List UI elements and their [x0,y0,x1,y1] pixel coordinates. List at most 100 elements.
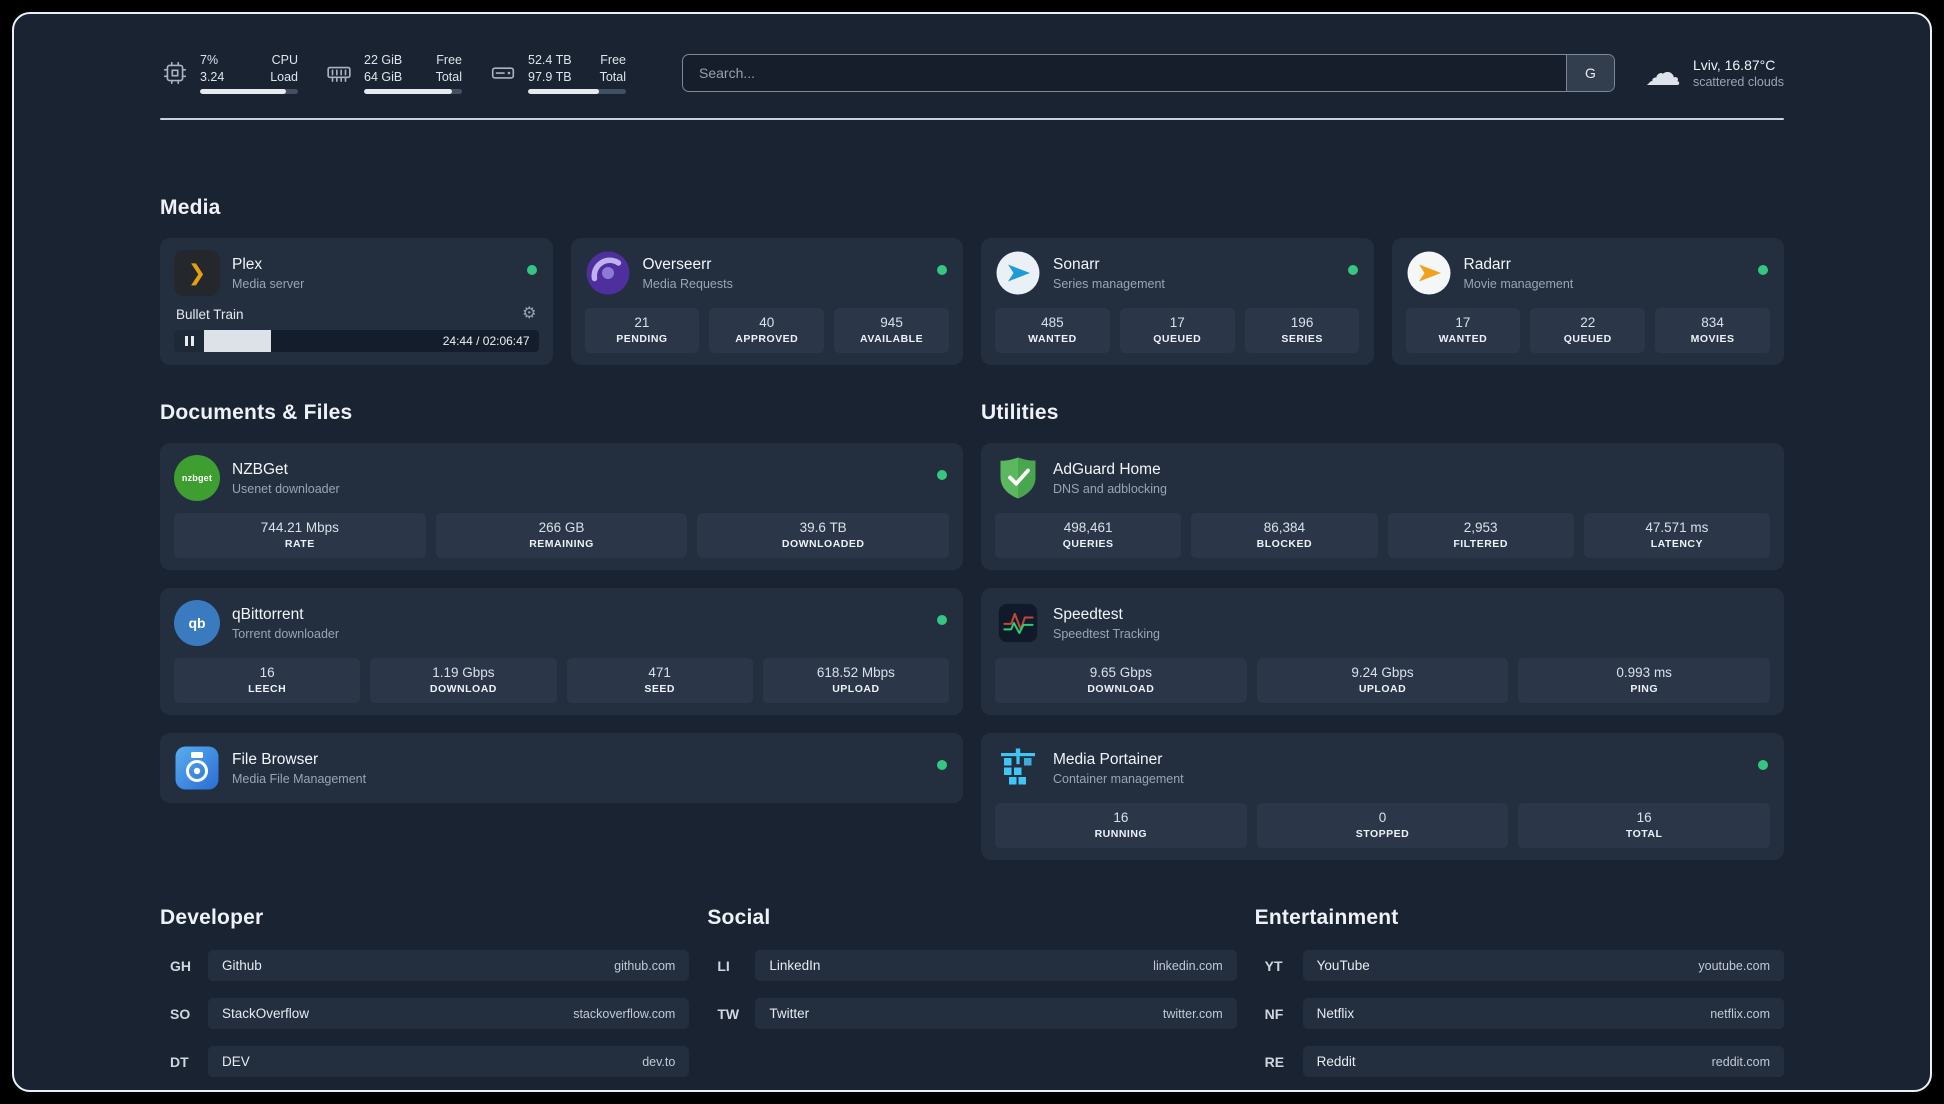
service-card-nzbget[interactable]: nzbget NZBGet Usenet downloader 744.21 M… [160,443,963,570]
speedtest-icon [995,600,1041,646]
pause-icon[interactable] [174,330,204,352]
cloud-icon: ☁ [1644,52,1681,93]
bookmark-abbr: DT [170,1053,189,1070]
service-card-adguard[interactable]: AdGuard Home DNS and adblocking 498,461 Q… [981,443,1784,570]
status-dot [1758,265,1768,275]
bookmark-name: Reddit [1316,1054,1356,1069]
now-playing-title: Bullet Train [176,306,244,322]
portainer-icon [995,745,1041,791]
topbar-divider [160,118,1784,120]
bookmark-url: linkedin.com [1153,958,1223,973]
adguard-icon [995,455,1041,501]
memory-total-value: 64 GiB [364,69,403,84]
playback-progress-fill [204,330,271,352]
bookmark-url: stackoverflow.com [573,1006,676,1021]
section-media: Media ❯ Plex Media server Bullet Train ⚙ [160,196,1784,365]
bookmark-name: YouTube [1316,958,1370,973]
bookmark-youtube[interactable]: YT YouTube youtube.com [1255,950,1784,981]
bookmark-linkedin[interactable]: LI LinkedIn linkedin.com [707,950,1237,981]
search-provider-button[interactable]: G [1565,55,1614,91]
section-developer: Developer GH Github github.com SO StackOv… [160,906,690,1077]
bookmark-name: DEV [222,1054,250,1069]
gear-icon[interactable]: ⚙ [522,306,536,322]
service-name: AdGuard Home [1053,460,1161,478]
bookmark-reddit[interactable]: RE Reddit reddit.com [1255,1046,1784,1077]
bookmark-github[interactable]: GH Github github.com [160,950,690,981]
service-card-qbittorrent[interactable]: qb qBittorrent Torrent downloader 16 LEEC… [160,588,963,715]
section-title-developer: Developer [160,906,264,929]
section-entertainment: Entertainment YT YouTube youtube.com NF N… [1255,906,1784,1077]
service-card-overseerr[interactable]: Overseerr Media Requests 21 PENDING 40 APP… [570,238,963,365]
service-description: Media File Management [232,771,367,786]
service-card-filebrowser[interactable]: File Browser Media File Management [160,733,963,803]
service-description: Torrent downloader [232,626,340,641]
bookmark-abbr: TW [717,1005,740,1022]
overseerr-icon [585,250,631,296]
bookmark-abbr: NF [1264,1005,1284,1022]
service-name: Overseerr [642,255,712,273]
status-dot [1758,760,1768,770]
service-description: Usenet downloader [232,481,340,496]
stat-block: 39.6 TB DOWNLOADED [697,513,950,558]
cpu-widget: 7% CPU 3.24 Load [160,52,298,94]
stat-block: 17 QUEUED [1119,308,1235,353]
stat-block: 16 TOTAL [1518,803,1771,848]
service-description: DNS and adblocking [1053,481,1167,496]
radarr-icon [1406,250,1452,296]
stat-block: 498,461 QUERIES [995,513,1182,558]
cpu-load-label: Load [270,69,298,84]
bookmark-stackoverflow[interactable]: SO StackOverflow stackoverflow.com [160,998,690,1029]
stat-block: 266 GB REMAINING [435,513,688,558]
bookmark-name: StackOverflow [222,1006,310,1021]
status-dot [937,470,947,480]
memory-total-label: Total [435,69,462,84]
disk-total-label: Total [599,69,626,84]
service-name: Radarr [1463,255,1511,273]
bookmark-abbr: LI [717,957,730,974]
bookmark-dev[interactable]: DT DEV dev.to [160,1046,690,1077]
bookmark-url: reddit.com [1711,1054,1770,1069]
service-name: Sonarr [1053,255,1100,273]
stat-block: 17 WANTED [1405,308,1521,353]
service-card-portainer[interactable]: Media Portainer Container management 16 R… [981,733,1784,860]
service-description: Movie management [1463,276,1574,291]
service-card-sonarr[interactable]: Sonarr Series management 485 WANTED 17 QUE… [981,238,1374,365]
search-input[interactable] [683,55,1566,91]
cpu-progress-bar [200,88,298,94]
playback-progress-bar[interactable]: 24:44 / 02:06:47 [174,330,539,352]
disk-free-label: Free [600,53,626,68]
service-name: Speedtest [1053,605,1123,623]
section-title-entertainment: Entertainment [1254,906,1399,929]
memory-free-value: 22 GiB [364,53,403,68]
stat-block: 485 WANTED [995,308,1110,353]
service-name: Plex [232,255,263,273]
disk-icon [488,59,518,87]
memory-icon [324,59,354,87]
disk-total-value: 97.9 TB [528,69,572,84]
stat-block: 9.24 Gbps UPLOAD [1256,658,1509,703]
service-card-plex[interactable]: ❯ Plex Media server Bullet Train ⚙ 24:44… [160,238,553,365]
bookmark-abbr: SO [170,1005,191,1022]
bookmark-netflix[interactable]: NF Netflix netflix.com [1255,998,1784,1029]
bookmark-url: netflix.com [1710,1006,1770,1021]
bookmark-twitter[interactable]: TW Twitter twitter.com [707,998,1237,1029]
service-card-radarr[interactable]: Radarr Movie management 17 WANTED 22 QUEUE… [1391,238,1784,365]
status-dot [937,615,947,625]
service-name: qBittorrent [232,605,304,623]
bookmark-name: Twitter [769,1006,810,1021]
bookmark-abbr: RE [1264,1053,1285,1070]
bookmark-url: github.com [614,958,676,973]
bookmark-name: Github [222,958,262,973]
stat-block: 40 APPROVED [709,308,825,353]
service-description: Media server [232,276,305,291]
cpu-usage-label: CPU [271,53,298,68]
service-card-speedtest[interactable]: Speedtest Speedtest Tracking 9.65 Gbps DO… [981,588,1784,715]
search-bar: G [682,54,1615,92]
section-utilities: Utilities AdGuard Home DNS and adblockin… [981,401,1784,860]
section-title-documents: Documents & Files [160,401,353,424]
section-title-media: Media [160,196,221,219]
memory-free-label: Free [436,53,462,68]
stat-block: 22 QUEUED [1530,308,1646,353]
filebrowser-icon [174,745,220,791]
cpu-progress-fill [200,88,287,94]
